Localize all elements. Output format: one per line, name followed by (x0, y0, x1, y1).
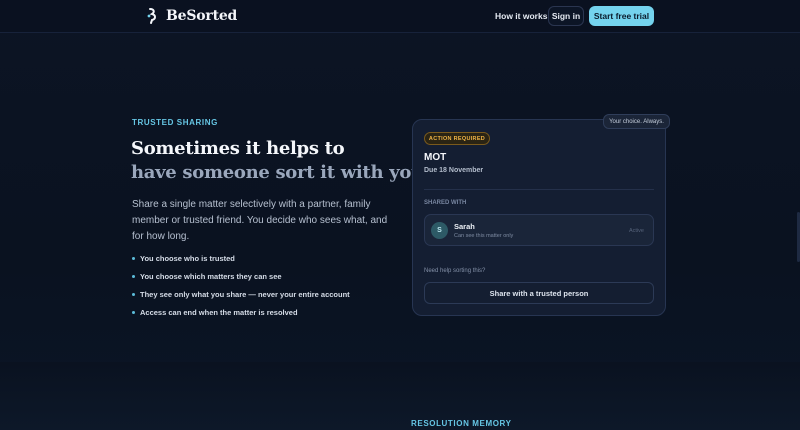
nav-how-it-works[interactable]: How it works (495, 11, 547, 21)
card-divider (424, 189, 654, 190)
matter-due-date: Due 18 November (424, 167, 484, 174)
feature-item: You choose which matters they can see (132, 272, 350, 290)
next-section-eyebrow: RESOLUTION MEMORY (411, 419, 512, 428)
brand-mark-icon (147, 8, 156, 24)
person-name: Sarah (454, 222, 475, 231)
headline-line-1: Sometimes it helps to (131, 138, 345, 159)
avatar: S (431, 222, 448, 239)
headline-line-2: have someone sort it with you. (131, 162, 430, 183)
page: BeSorted How it works Sign in Start free… (0, 0, 800, 430)
share-trusted-person-button[interactable]: Share with a trusted person (424, 282, 654, 304)
section-description: Share a single matter selectively with a… (132, 199, 388, 242)
help-prompt: Need help sorting this? (424, 268, 486, 274)
feature-item: They see only what you share — never you… (132, 290, 350, 308)
status-badge: ACTION REQUIRED (424, 132, 490, 145)
start-free-trial-button[interactable]: Start free trial (589, 6, 654, 26)
section-eyebrow: TRUSTED SHARING (132, 118, 218, 127)
matter-title: MOT (424, 152, 447, 163)
feature-list: You choose who is trusted You choose whi… (132, 254, 350, 326)
sign-in-button[interactable]: Sign in (548, 6, 584, 26)
person-status: Active (629, 228, 644, 234)
brand-logo[interactable]: BeSorted (146, 7, 237, 25)
next-section-band (0, 362, 800, 430)
site-header: BeSorted How it works Sign in Start free… (0, 0, 800, 33)
person-access-scope: Can see this matter only (454, 233, 514, 239)
section-headline: Sometimes it helps to have someone sort … (131, 137, 431, 185)
brand-name: BeSorted (166, 8, 238, 24)
feature-item: You choose who is trusted (132, 254, 350, 272)
feature-item: Access can end when the matter is resolv… (132, 308, 350, 326)
choice-tooltip: Your choice. Always. (603, 114, 670, 129)
shared-with-label: SHARED WITH (424, 200, 467, 206)
